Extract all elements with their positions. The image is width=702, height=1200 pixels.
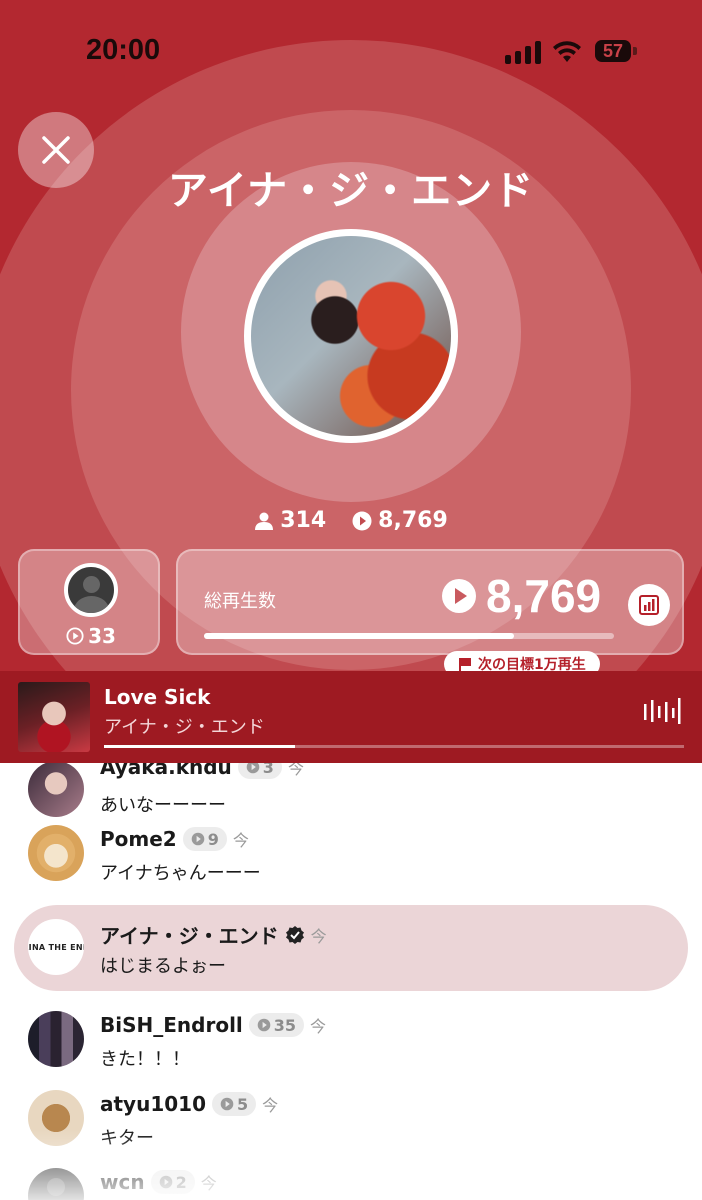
comment-username[interactable]: atyu1010 [100,1092,206,1116]
badge-count: 3 [262,763,274,777]
comment-text: アイナちゃんーーー [100,863,261,884]
hero-section: 20:00 57 アイナ・ジ・エンド 314 8,769 33 総再生数 8,7… [0,0,702,672]
goal-progress-bar [204,633,614,639]
listeners-stat: 314 [254,508,326,533]
song-title: Love Sick [104,685,211,709]
avatar[interactable] [28,1011,84,1067]
avatar[interactable] [28,763,84,817]
total-plays-value: 8,769 [486,570,602,622]
album-art [18,682,90,752]
comment-time: 今 [310,926,327,946]
plays-count: 8,769 [378,508,448,533]
top-listener-count: 33 [20,624,162,648]
avatar[interactable] [28,825,84,881]
badge-count: 35 [273,1015,297,1035]
comment-user[interactable]: BiSH_Endroll 35 今 [100,1013,326,1037]
top-listener-avatar [64,563,118,617]
flag-icon [459,657,471,672]
avatar-logo-text: AINA THE END [28,942,84,952]
avatar[interactable]: AINA THE END [28,919,84,975]
wifi-icon [553,41,581,62]
goal-label: 次の目標1万再生 [478,657,586,672]
play-circle-icon [220,1097,234,1111]
play-count-badge: 5 [212,1092,257,1116]
badge-count: 5 [237,1094,249,1114]
comment-text: はじまるよぉー [100,956,226,977]
comment-user[interactable]: Pome2 9 今 [100,827,249,851]
list-item[interactable]: Ayaka.kndu 3 今 あいなーーーー [0,763,702,827]
play-circle-icon [257,1018,271,1032]
equalizer-icon[interactable] [642,696,682,726]
list-item[interactable]: Pome2 9 今 アイナちゃんーーー [0,825,702,905]
top-listener-card[interactable]: 33 [18,549,160,655]
playback-progress-fill [104,745,296,748]
stats-chart-button[interactable] [628,584,670,626]
person-icon [255,512,274,530]
status-bar: 20:00 57 [0,0,702,100]
artist-avatar[interactable] [244,229,458,443]
comment-user[interactable]: atyu1010 5 今 [100,1092,278,1116]
artist-photo [251,236,451,436]
verified-icon [285,925,304,944]
list-item-artist[interactable]: AINA THE END アイナ・ジ・エンド 今 はじまるよぉー [0,905,702,991]
comment-user[interactable]: アイナ・ジ・エンド 今 [100,920,327,949]
comment-time: 今 [310,1017,327,1036]
comment-user[interactable]: Ayaka.kndu 3 今 [100,763,304,779]
comment-username[interactable]: アイナ・ジ・エンド [100,920,279,949]
comment-username[interactable]: BiSH_Endroll [100,1013,243,1037]
bottom-fade [0,1130,702,1200]
play-circle-icon [66,627,84,645]
goal-progress-fill [204,633,515,639]
battery-tip [633,47,637,55]
playback-progress-bar[interactable] [104,745,684,748]
play-circle-icon [191,832,205,846]
comment-username[interactable]: Ayaka.kndu [100,763,232,779]
comment-time: 今 [287,763,304,778]
play-count-badge: 35 [248,1013,305,1037]
total-plays-label: 総再生数 [204,591,276,612]
play-count-badge: 3 [237,763,282,779]
play-circle-icon [246,763,260,774]
status-time: 20:00 [86,34,161,66]
song-artist: アイナ・ジ・エンド [104,717,265,738]
battery-icon: 57 [595,40,631,62]
comment-text: きた！！！ [100,1049,190,1070]
top-listener-play-count: 33 [88,624,116,648]
badge-count: 9 [207,829,219,849]
goal-badge: 次の目標1万再生 [444,651,600,672]
plays-stat: 8,769 [352,508,448,533]
total-plays-card[interactable]: 総再生数 8,769 [176,549,684,655]
play-circle-icon [352,511,372,530]
comment-time: 今 [262,1096,279,1115]
bar-chart-icon [639,595,659,615]
now-playing-bar[interactable]: Love Sick アイナ・ジ・エンド [0,671,702,763]
list-item[interactable]: BiSH_Endroll 35 今 きた！！！ [0,1011,702,1091]
artist-title: アイナ・ジ・エンド [167,168,535,214]
comment-username[interactable]: Pome2 [100,827,177,851]
comment-text: あいなーーーー [100,795,226,816]
stats-row: 314 8,769 [0,508,702,533]
listeners-count: 314 [280,508,327,533]
play-circle-icon [442,579,476,613]
play-count-badge: 9 [182,827,227,851]
comment-time: 今 [232,831,249,850]
cellular-signal-icon [505,40,541,64]
